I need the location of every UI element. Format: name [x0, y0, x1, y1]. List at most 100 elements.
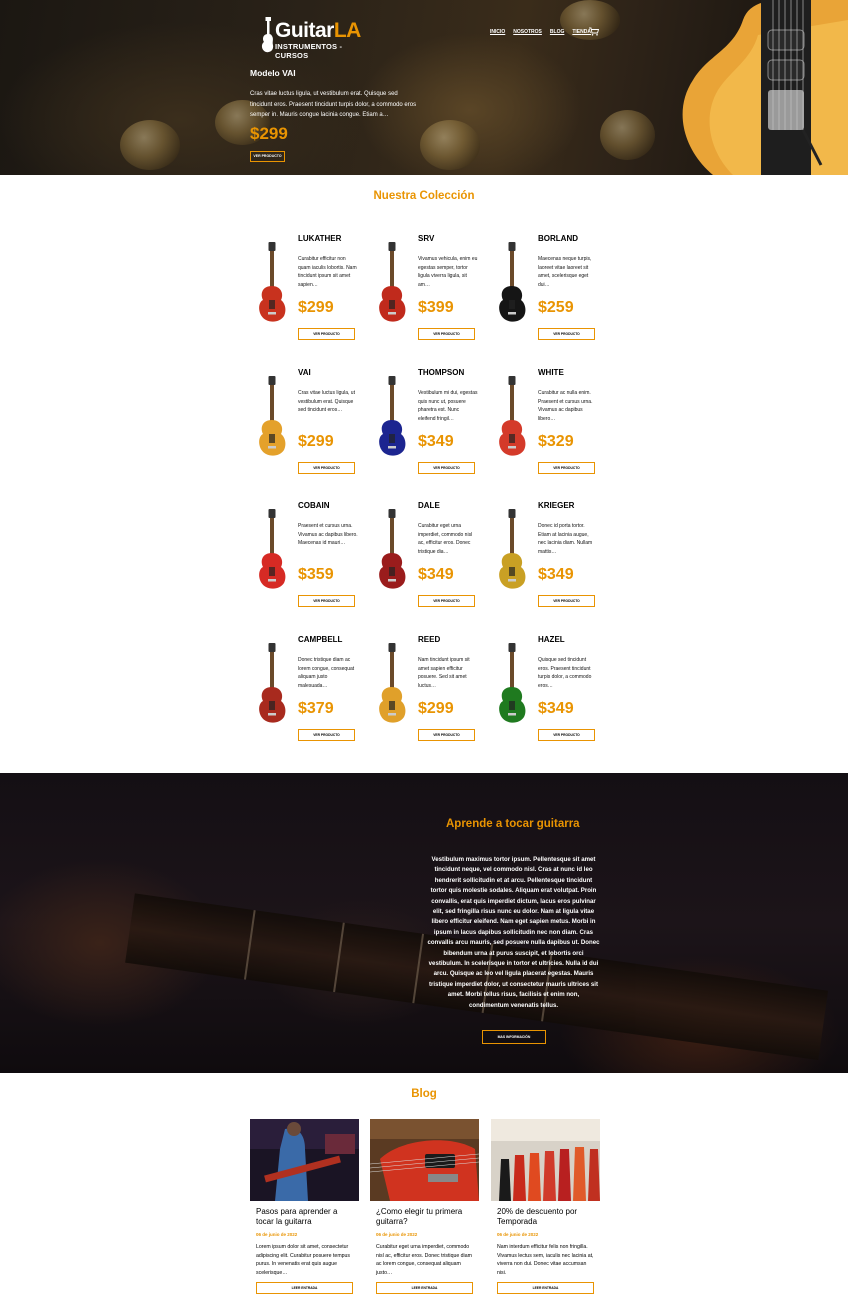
- product-name: COBAIN: [298, 501, 330, 510]
- view-product-button[interactable]: VER PRODUCTO: [538, 595, 595, 607]
- product-name: LUKATHER: [298, 234, 342, 243]
- product-card: WHITE Curabitur ac nulla enim. Praesent e…: [490, 362, 600, 482]
- product-card: SRV Vivamus vehicula, enim eu egestas sem…: [370, 228, 480, 348]
- learn-title: Aprende a tocar guitarra: [446, 818, 580, 830]
- product-card: KRIEGER Donec id porta tortor. Etiam at l…: [490, 495, 600, 615]
- logo-text: GuitarLA: [275, 19, 361, 42]
- product-description: Quisque sed tincidunt eros. Praesent tin…: [538, 657, 592, 689]
- guitar-product-image[interactable]: [254, 509, 290, 591]
- featured-view-product-button[interactable]: VER PRODUCTO: [250, 151, 285, 162]
- product-price: $359: [298, 566, 334, 583]
- product-description: Curabitur ac nulla enim. Praesent et cur…: [538, 390, 593, 422]
- main-nav: INICIO NOSOTROS BLOG TIENDA: [490, 29, 591, 35]
- product-description: Maecenas neque turpis, laoreet vitae lao…: [538, 256, 592, 288]
- hero-guitar-image: [682, 0, 848, 175]
- hero-header: GuitarLA INSTRUMENTOS - CURSOS INICIO NO…: [0, 0, 848, 175]
- guitar-logo-icon: [261, 17, 274, 53]
- view-product-button[interactable]: VER PRODUCTO: [418, 595, 475, 607]
- view-product-button[interactable]: VER PRODUCTO: [298, 328, 355, 340]
- product-name: HAZEL: [538, 635, 565, 644]
- product-description: Vivamus vehicula, enim eu egestas semper…: [418, 256, 478, 288]
- product-name: VAI: [298, 368, 311, 377]
- read-post-button[interactable]: LEER ENTRADA: [256, 1282, 353, 1294]
- product-card: REED Nam tincidunt ipsum sit amet sapien …: [370, 629, 480, 749]
- product-card: CAMPBELL Donec tristique diam ac lorem co…: [250, 629, 360, 749]
- guitar-product-image[interactable]: [494, 242, 530, 324]
- view-product-button[interactable]: VER PRODUCTO: [298, 462, 355, 474]
- guitar-product-image[interactable]: [374, 643, 410, 725]
- blog-post-excerpt: Nam interdum efficitur felis non fringil…: [497, 1244, 594, 1276]
- featured-title: Modelo VAI: [250, 68, 296, 78]
- view-product-button[interactable]: VER PRODUCTO: [418, 462, 475, 474]
- view-product-button[interactable]: VER PRODUCTO: [418, 328, 475, 340]
- nav-link-blog[interactable]: BLOG: [550, 29, 564, 35]
- product-price: $299: [298, 299, 334, 316]
- product-card: VAI Cras vitae luctus ligula, ut vestibul…: [250, 362, 360, 482]
- blog-post: 20% de descuento por Temporada 06 de jun…: [491, 1119, 600, 1294]
- product-price: $299: [298, 433, 334, 450]
- product-card: HAZEL Quisque sed tincidunt eros. Praesen…: [490, 629, 600, 749]
- guitar-product-image[interactable]: [494, 376, 530, 458]
- product-description: Praesent et cursus urna. Vivamus ac dapi…: [298, 523, 358, 547]
- blog-post-image[interactable]: [370, 1119, 479, 1201]
- featured-price: $299: [250, 124, 288, 143]
- product-name: BORLAND: [538, 234, 578, 243]
- more-info-button[interactable]: MAS INFORMACIÓN: [482, 1030, 546, 1044]
- product-price: $349: [418, 433, 454, 450]
- blog-post-title[interactable]: Pasos para aprender a tocar la guitarra: [256, 1207, 353, 1227]
- blog-post-title[interactable]: ¿Como elegir tu primera guitarra?: [376, 1207, 473, 1227]
- blog-post-image[interactable]: [491, 1119, 600, 1201]
- view-product-button[interactable]: VER PRODUCTO: [418, 729, 475, 741]
- cart-icon[interactable]: [589, 27, 599, 36]
- product-price: $329: [538, 433, 574, 450]
- product-price: $259: [538, 299, 574, 316]
- product-card: COBAIN Praesent et cursus urna. Vivamus a…: [250, 495, 360, 615]
- product-name: KRIEGER: [538, 501, 575, 510]
- product-card: DALE Curabitur eget urna imperdiet, commo…: [370, 495, 480, 615]
- product-description: Nam tincidunt ipsum sit amet sapien effi…: [418, 657, 470, 689]
- product-price: $349: [538, 566, 574, 583]
- blog-post-date: 06 de junio de 2022: [497, 1232, 539, 1237]
- product-description: Vestibulum mi dui, egestas quis nunc ut,…: [418, 390, 478, 422]
- view-product-button[interactable]: VER PRODUCTO: [538, 729, 595, 741]
- guitar-product-image[interactable]: [254, 376, 290, 458]
- product-card: BORLAND Maecenas neque turpis, laoreet vi…: [490, 228, 600, 348]
- read-post-button[interactable]: LEER ENTRADA: [376, 1282, 473, 1294]
- guitar-product-image[interactable]: [494, 509, 530, 591]
- product-name: SRV: [418, 234, 435, 243]
- product-name: THOMPSON: [418, 368, 465, 377]
- logo-subtitle: INSTRUMENTOS - CURSOS: [275, 42, 343, 60]
- blog-post-excerpt: Curabitur eget urna imperdiet, commodo n…: [376, 1244, 472, 1276]
- guitar-product-image[interactable]: [374, 242, 410, 324]
- product-price: $399: [418, 299, 454, 316]
- collection-title: Nuestra Colección: [373, 190, 475, 202]
- blog-post-date: 06 de junio de 2022: [256, 1232, 298, 1237]
- view-product-button[interactable]: VER PRODUCTO: [538, 328, 595, 340]
- product-description: Cras vitae luctus ligula, ut vestibulum …: [298, 390, 355, 414]
- product-price: $349: [418, 566, 454, 583]
- nav-link-inicio[interactable]: INICIO: [490, 29, 505, 35]
- read-post-button[interactable]: LEER ENTRADA: [497, 1282, 594, 1294]
- product-description: Donec id porta tortor. Etiam at lacinia …: [538, 523, 593, 555]
- guitar-product-image[interactable]: [254, 242, 290, 324]
- guitar-product-image[interactable]: [254, 643, 290, 725]
- logo[interactable]: GuitarLA INSTRUMENTOS - CURSOS: [261, 17, 376, 60]
- blog-post-title[interactable]: 20% de descuento por Temporada: [497, 1207, 594, 1227]
- product-price: $349: [538, 700, 574, 717]
- guitar-product-image[interactable]: [374, 376, 410, 458]
- blog-post-image[interactable]: [250, 1119, 359, 1201]
- product-name: WHITE: [538, 368, 564, 377]
- product-card: LUKATHER Curabitur efficitur non quam iac…: [250, 228, 360, 348]
- nav-link-nosotros[interactable]: NOSOTROS: [513, 29, 542, 35]
- guitar-product-image[interactable]: [494, 643, 530, 725]
- product-description: Curabitur efficitur non quam iaculis lob…: [298, 256, 357, 288]
- featured-description: Cras vitae luctus ligula, ut vestibulum …: [250, 91, 417, 118]
- guitar-product-image[interactable]: [374, 509, 410, 591]
- view-product-button[interactable]: VER PRODUCTO: [298, 729, 355, 741]
- product-card: THOMPSON Vestibulum mi dui, egestas quis …: [370, 362, 480, 482]
- view-product-button[interactable]: VER PRODUCTO: [538, 462, 595, 474]
- view-product-button[interactable]: VER PRODUCTO: [298, 595, 355, 607]
- blog-post: ¿Como elegir tu primera guitarra? 06 de …: [370, 1119, 479, 1294]
- blog-post: Pasos para aprender a tocar la guitarra …: [250, 1119, 359, 1294]
- product-name: CAMPBELL: [298, 635, 343, 644]
